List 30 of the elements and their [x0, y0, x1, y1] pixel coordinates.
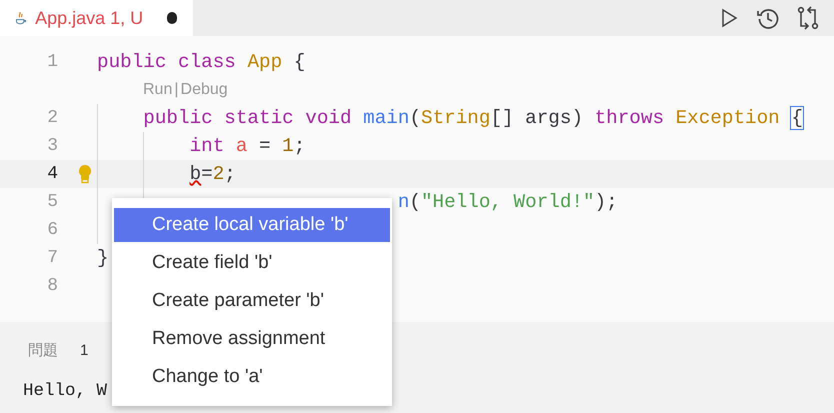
editor-tab[interactable]: App.java 1, U: [0, 0, 193, 36]
codelens-separator: |: [174, 80, 179, 100]
compare-changes-icon[interactable]: [796, 6, 820, 30]
panel-tab[interactable]: 問題: [28, 340, 58, 362]
line-number: 1: [46, 50, 58, 74]
line-number: 7: [46, 246, 58, 270]
terminal-output: Hello, W: [23, 380, 108, 403]
codelens-run-link[interactable]: Run: [143, 78, 172, 102]
problem-count: 1: [80, 340, 88, 361]
line-number: 8: [46, 274, 58, 298]
menu-item[interactable]: Create local variable 'b': [114, 208, 390, 242]
cup-icon: [14, 9, 28, 27]
menu-item[interactable]: Remove assignment: [114, 322, 390, 356]
line-number: 3: [46, 134, 58, 158]
tab-title: App.java 1, U: [35, 6, 144, 30]
line-number: 6: [46, 218, 58, 242]
codelens-debug-link[interactable]: Debug: [180, 78, 228, 102]
line-number: 5: [46, 190, 58, 214]
menu-item[interactable]: Change to 'a': [114, 360, 390, 394]
history-icon[interactable]: [756, 6, 780, 30]
code-line: }: [97, 246, 109, 271]
code-line: b=2;: [190, 162, 236, 187]
menu-item[interactable]: Create field 'b': [114, 246, 390, 280]
code-line: n("Hello, World!");: [398, 190, 618, 215]
line-number: 4: [46, 162, 58, 186]
code-line: int a = 1;: [190, 134, 306, 159]
code-line: public static void main(String[] args) throws Exception {: [143, 106, 803, 131]
code-line: public class App {: [97, 50, 306, 75]
line-number: 2: [46, 106, 58, 130]
menu-item[interactable]: Create parameter 'b': [114, 284, 390, 318]
